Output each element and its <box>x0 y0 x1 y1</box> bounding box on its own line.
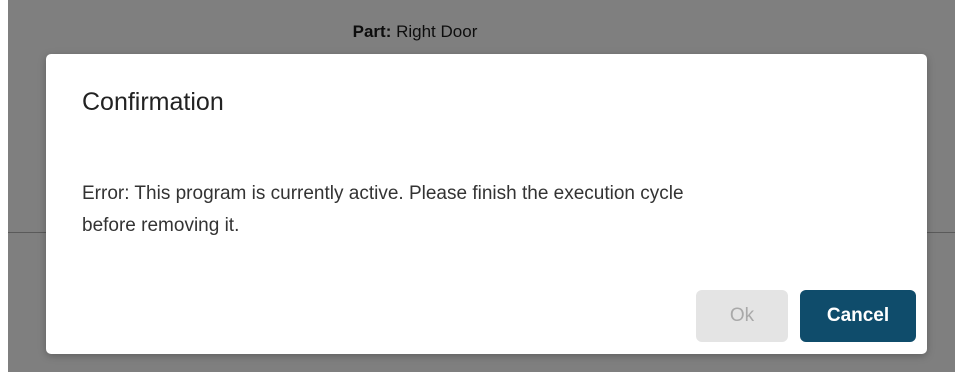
page-edge <box>0 0 8 372</box>
ok-button[interactable]: Ok <box>696 290 788 342</box>
page: Part: Right Door Confirmation Error: Thi… <box>0 0 955 372</box>
cancel-button[interactable]: Cancel <box>800 290 916 342</box>
dialog-footer: Ok Cancel <box>696 290 916 342</box>
confirmation-dialog: Confirmation Error: This program is curr… <box>46 54 927 354</box>
dialog-message-line: Error: This program is currently active.… <box>82 183 684 204</box>
dialog-message: Error: This program is currently active.… <box>82 178 882 242</box>
dialog-message-line: before removing it. <box>82 215 240 236</box>
dialog-title: Confirmation <box>82 88 224 116</box>
